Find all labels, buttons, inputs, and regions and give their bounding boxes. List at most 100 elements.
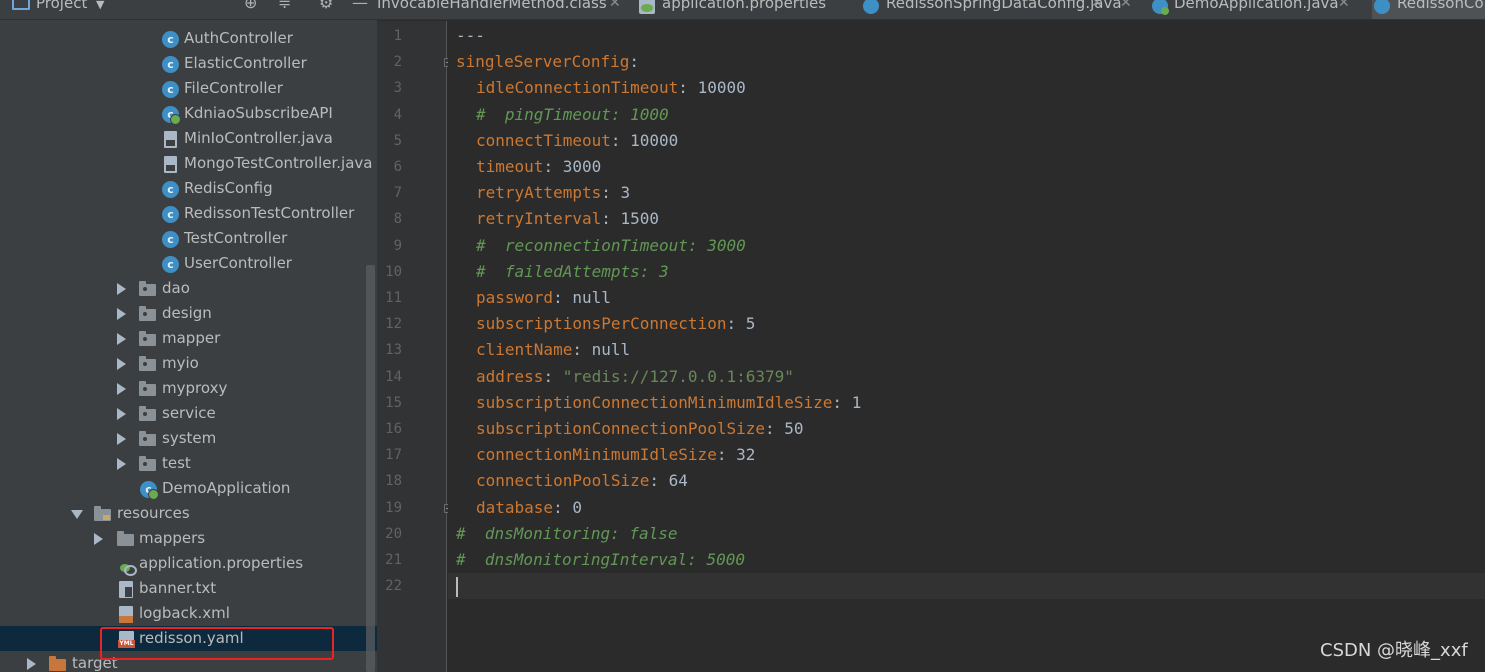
tree-item-logback-xml[interactable]: logback.xml xyxy=(0,601,377,626)
tree-item-label: mapper xyxy=(162,329,221,347)
package-folder-icon xyxy=(139,381,156,396)
sidebar-scrollbar[interactable] xyxy=(366,265,375,672)
tree-item-application-properties[interactable]: application.properties xyxy=(0,551,377,576)
line-number: 8 xyxy=(393,211,402,228)
expand-arrow-icon[interactable] xyxy=(117,333,126,345)
collapse-arrow-icon[interactable] xyxy=(71,510,83,519)
hide-panel-icon[interactable]: — xyxy=(352,0,368,12)
xml-file-icon xyxy=(119,606,133,623)
code-line: connectionMinimumIdleSize: 32 xyxy=(476,445,755,465)
excluded-folder-icon xyxy=(49,656,66,671)
tree-item-redissontestcontroller[interactable]: c RedissonTestController xyxy=(0,201,377,226)
code-line: database: 0 xyxy=(476,498,582,518)
yaml-key: retryAttempts xyxy=(476,183,602,203)
expand-arrow-icon[interactable] xyxy=(94,533,103,545)
tree-item-test[interactable]: test xyxy=(0,451,377,476)
expand-arrow-icon[interactable] xyxy=(117,383,126,395)
line-number: 7 xyxy=(393,185,402,202)
spring-class-icon: c xyxy=(162,106,181,125)
tab-invocablehandlermethod[interactable]: InvocableHandlerMethod.class ✕ xyxy=(377,0,629,19)
package-folder-icon xyxy=(139,356,156,371)
yaml-value: 3 xyxy=(620,183,631,203)
locate-file-icon[interactable]: ⊕ xyxy=(244,0,257,12)
tree-item-kdniaosubscribeapi[interactable]: c KdniaoSubscribeAPI xyxy=(0,101,377,126)
expand-arrow-icon[interactable] xyxy=(117,408,126,420)
line-number: 10 xyxy=(385,263,402,280)
tab-label: RedissonCo xyxy=(1397,0,1484,12)
line-number: 16 xyxy=(385,421,402,437)
tree-item-myproxy[interactable]: myproxy xyxy=(0,376,377,401)
tree-item-elasticcontroller[interactable]: c ElasticController xyxy=(0,51,377,76)
yaml-key: singleServerConfig xyxy=(456,52,630,72)
code-line: subscriptionConnectionPoolSize: 50 xyxy=(476,419,804,439)
tree-item-banner-txt[interactable]: banner.txt xyxy=(0,576,377,601)
tree-item-mappers[interactable]: mappers xyxy=(0,526,377,551)
yaml-comment: # pingTimeout: 1000 xyxy=(476,104,669,124)
tree-item-design[interactable]: design xyxy=(0,301,377,326)
code-editor[interactable]: --- singleServerConfig: idleConnectionTime… xyxy=(448,21,1485,672)
expand-arrow-icon[interactable] xyxy=(117,308,126,320)
project-panel-title[interactable]: Project xyxy=(36,0,87,13)
text-caret xyxy=(456,576,458,597)
editor-tab-bar: InvocableHandlerMethod.class ✕ applicati… xyxy=(377,0,1485,20)
close-icon[interactable]: ✕ xyxy=(609,0,621,13)
yaml-key: timeout xyxy=(476,157,544,176)
class-icon: c xyxy=(162,31,179,48)
collapse-all-icon[interactable]: ≑ xyxy=(278,0,291,12)
class-icon: c xyxy=(162,206,179,223)
tree-item-dao[interactable]: dao xyxy=(0,276,377,301)
line-number: 15 xyxy=(385,394,402,411)
tree-item-label: DemoApplication xyxy=(162,479,291,497)
chevron-down-icon[interactable]: ▼ xyxy=(96,0,104,12)
tree-item-filecontroller[interactable]: c FileController xyxy=(0,76,377,101)
folder-icon xyxy=(117,531,134,546)
code-line: # dnsMonitoring: false xyxy=(456,524,678,544)
expand-arrow-icon[interactable] xyxy=(117,283,126,295)
line-number: 17 xyxy=(385,447,402,464)
line-number: 4 xyxy=(393,106,402,123)
tab-redissonconfig[interactable]: RedissonCo xyxy=(1372,0,1485,19)
yaml-colon: : xyxy=(553,497,573,517)
tab-redissonspringdataconfig[interactable]: RedissonSpringDataConfig.java ✕ xyxy=(863,0,1135,19)
tree-item-miniocontroller[interactable]: MinIoController.java xyxy=(0,126,377,151)
tree-item-authcontroller[interactable]: c AuthController xyxy=(0,26,377,51)
close-icon[interactable]: ✕ xyxy=(1120,0,1132,13)
expand-arrow-icon[interactable] xyxy=(117,358,126,370)
expand-arrow-icon[interactable] xyxy=(117,433,126,445)
tree-item-mapper[interactable]: mapper xyxy=(0,326,377,351)
yaml-key: subscriptionsPerConnection xyxy=(476,314,727,334)
code-line: address: "redis://127.0.0.1:6379" xyxy=(476,367,794,387)
tree-item-resources[interactable]: resources xyxy=(0,501,377,526)
expand-arrow-icon[interactable] xyxy=(27,658,36,670)
tree-item-system[interactable]: system xyxy=(0,426,377,451)
yaml-value: 1500 xyxy=(620,209,660,229)
resources-folder-icon xyxy=(94,506,111,521)
code-line: password: null xyxy=(476,288,611,308)
close-icon[interactable]: ✕ xyxy=(1338,0,1350,13)
tree-item-demoapplication[interactable]: c DemoApplication xyxy=(0,476,377,501)
tab-demoapplication[interactable]: DemoApplication.java ✕ xyxy=(1152,0,1372,19)
tab-application-properties[interactable]: application.properties ✕ xyxy=(635,0,1103,19)
yaml-value: 32 xyxy=(736,445,756,465)
tree-item-mongotestcontroller[interactable]: MongoTestController.java xyxy=(0,151,377,176)
line-number: 21 xyxy=(385,552,402,568)
code-line: # failedAttempts: 3 xyxy=(476,262,669,282)
class-icon xyxy=(1374,0,1390,14)
gear-icon[interactable]: ⚙ xyxy=(319,0,333,12)
class-icon xyxy=(863,0,879,14)
yaml-colon: : xyxy=(764,419,785,438)
yaml-colon: : xyxy=(678,78,698,98)
tree-item-usercontroller[interactable]: c UserController xyxy=(0,251,377,276)
tree-item-service[interactable]: service xyxy=(0,401,377,426)
line-number: 11 xyxy=(385,290,402,306)
tree-item-label: resources xyxy=(117,504,190,522)
tree-item-redisconfig[interactable]: c RedisConfig xyxy=(0,176,377,201)
expand-arrow-icon[interactable] xyxy=(117,458,126,470)
package-folder-icon xyxy=(139,306,156,321)
tree-item-testcontroller[interactable]: c TestController xyxy=(0,226,377,251)
package-folder-icon xyxy=(139,406,156,421)
tree-item-myio[interactable]: myio xyxy=(0,351,377,376)
class-icon: c xyxy=(162,256,179,273)
tab-label: InvocableHandlerMethod.class xyxy=(377,0,607,12)
current-line[interactable] xyxy=(448,573,1485,600)
